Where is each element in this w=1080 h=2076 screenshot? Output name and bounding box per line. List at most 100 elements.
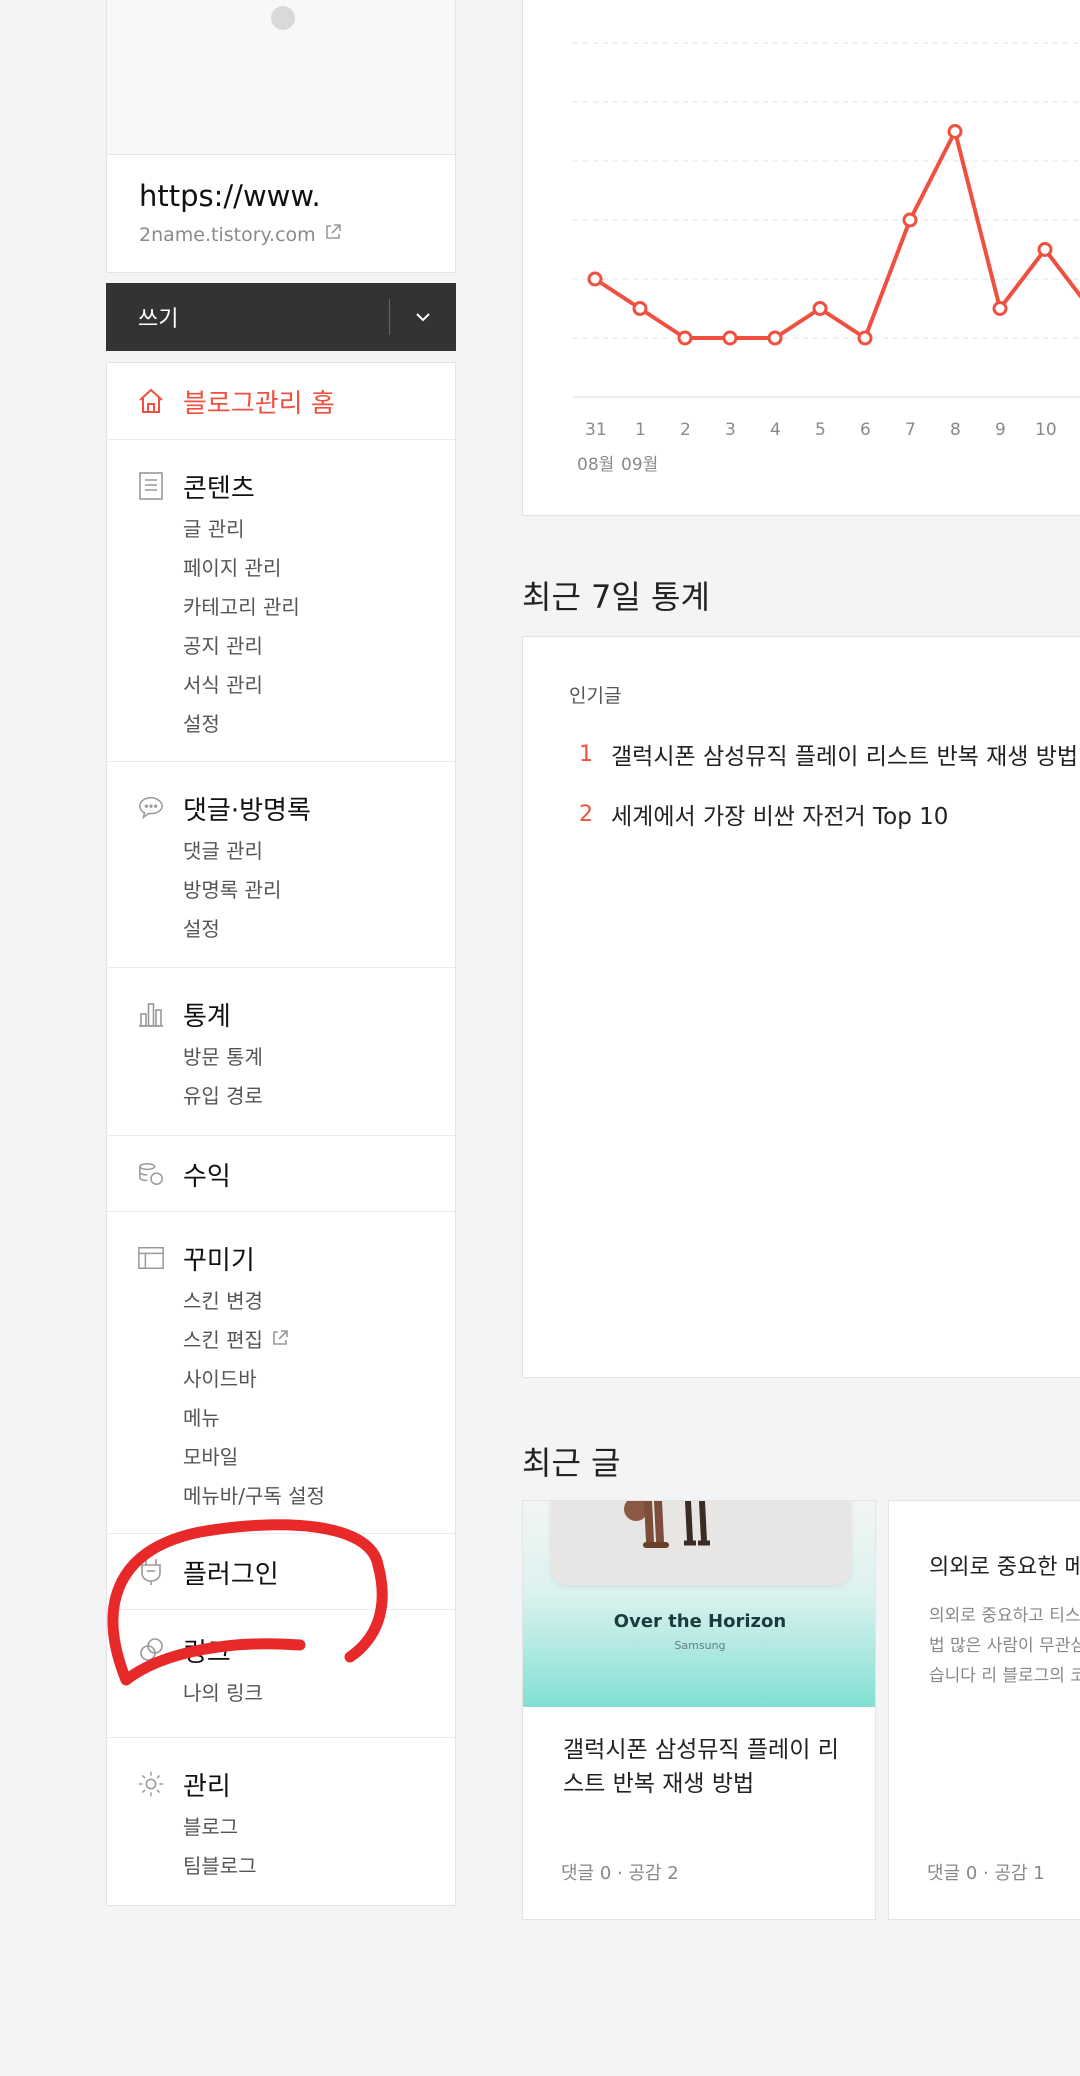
popular-post-rank: 1 <box>579 741 593 767</box>
chart-point-31[interactable] <box>587 271 603 287</box>
sidebar-item-skin-change[interactable]: 스킨 변경 <box>183 1282 455 1321</box>
recent-7day-stats-card: 인기글 1 갤럭시폰 삼성뮤직 플레이 리스트 반복 재생 방법 2 세계에서 … <box>522 636 1080 1378</box>
sidebar-section-title: 플러그인 <box>183 1559 279 1590</box>
sidebar-section-design-head[interactable]: 꾸미기 <box>137 1234 455 1282</box>
thumbnail-figures-illustration <box>624 1501 710 1548</box>
sidebar-section-stats: 통계 방문 통계 유입 경로 <box>107 968 455 1136</box>
sidebar-section-comments: 댓글·방명록 댓글 관리 방명록 관리 설정 <box>107 762 455 968</box>
blog-url-line1: https://www. <box>139 179 321 213</box>
sidebar-section-comments-head[interactable]: 댓글·방명록 <box>137 784 455 832</box>
recent-post-meta: 댓글 0 · 공감 1 <box>927 1863 1045 1884</box>
blog-url-link[interactable]: 2name.tistory.com <box>139 223 423 246</box>
chart-point-1[interactable] <box>632 301 648 316</box>
sidebar-item-team-blog[interactable]: 팀블로그 <box>183 1847 455 1886</box>
sidebar-item-page-manage[interactable]: 페이지 관리 <box>183 549 455 588</box>
chart-x-tick: 5 <box>815 420 826 440</box>
sidebar-section-revenue[interactable]: 수익 <box>107 1136 455 1212</box>
popular-post-rank: 2 <box>579 801 593 827</box>
write-dropdown-toggle[interactable] <box>390 312 456 322</box>
sidebar-item-category-manage[interactable]: 카테고리 관리 <box>183 588 455 627</box>
sidebar-item-skin-edit[interactable]: 스킨 편집 <box>183 1321 455 1360</box>
chart-x-tick: 1 <box>635 420 646 440</box>
chart-point-5[interactable] <box>812 301 828 316</box>
sidebar-item-my-link[interactable]: 나의 링크 <box>183 1674 455 1713</box>
sidebar-item-post-manage[interactable]: 글 관리 <box>183 510 455 549</box>
chart-x-tick: 4 <box>770 420 781 440</box>
recent-7day-stats-title: 최근 7일 통계 <box>522 578 710 616</box>
sidebar-item-comment-manage[interactable]: 댓글 관리 <box>183 832 455 871</box>
sidebar-item-visit-stats[interactable]: 방문 통계 <box>183 1038 455 1077</box>
sidebar-item-menubar-subscribe[interactable]: 메뉴바/구독 설정 <box>183 1477 455 1516</box>
chart-point-3[interactable] <box>722 330 738 346</box>
sidebar-item-contents-settings[interactable]: 설정 <box>183 705 455 744</box>
thumbnail-title-text: Over the Horizon <box>613 1611 787 1632</box>
chart-point-8[interactable] <box>947 124 963 139</box>
chart-x-tick: 7 <box>905 420 916 440</box>
sidebar-section-admin-head[interactable]: 관리 <box>137 1760 455 1808</box>
month-label-sep: 09월 <box>621 455 659 475</box>
speech-bubble-icon <box>137 794 165 822</box>
sidebar-item-mobile[interactable]: 모바일 <box>183 1438 455 1477</box>
sidebar-item-menu[interactable]: 메뉴 <box>183 1399 455 1438</box>
home-icon <box>137 387 165 415</box>
recent-post-title: 의외로 중요한 메 <box>929 1555 1080 1580</box>
sidebar-section-stats-head[interactable]: 통계 <box>137 990 455 1038</box>
sidebar-section-title: 콘텐츠 <box>183 473 255 504</box>
chart-x-tick: 31 <box>585 420 607 440</box>
bar-chart-icon <box>137 1000 165 1028</box>
month-label-aug: 08월 <box>577 455 615 475</box>
recent-post-meta: 댓글 0 · 공감 2 <box>561 1863 679 1884</box>
sidebar-section-title: 꾸미기 <box>183 1245 255 1276</box>
sidebar-section-contents: 콘텐츠 글 관리 페이지 관리 카테고리 관리 공지 관리 서식 관리 설정 <box>107 440 455 762</box>
sidebar-item-comments-settings[interactable]: 설정 <box>183 910 455 949</box>
chart-x-tick: 2 <box>680 420 691 440</box>
sidebar-section-admin: 관리 블로그 팀블로그 <box>107 1738 455 1906</box>
sidebar-section-link: 링크 나의 링크 <box>107 1610 455 1738</box>
thumbnail-sub-text: Samsung <box>674 1639 726 1652</box>
chart-point-4[interactable] <box>767 330 783 346</box>
popular-post-item[interactable]: 1 갤럭시폰 삼성뮤직 플레이 리스트 반복 재생 방법 <box>579 737 1078 771</box>
sidebar-item-blog[interactable]: 블로그 <box>183 1808 455 1847</box>
chart-point-10[interactable] <box>1037 242 1053 257</box>
sidebar-item-sidebar[interactable]: 사이드바 <box>183 1360 455 1399</box>
chart-point-9[interactable] <box>992 301 1008 316</box>
external-link-icon <box>324 223 342 246</box>
sidebar-section-title: 링크 <box>183 1637 231 1668</box>
write-button[interactable]: 쓰기 <box>106 283 456 351</box>
sidebar-item-skin-edit-label: 스킨 편집 <box>183 1328 263 1352</box>
coins-icon <box>137 1160 165 1188</box>
sidebar-section-plugin[interactable]: 플러그인 <box>107 1534 455 1610</box>
visitor-line-chart <box>573 42 1080 398</box>
sidebar-home-label: 블로그관리 홈 <box>183 388 335 419</box>
sidebar-item-referrer[interactable]: 유입 경로 <box>183 1077 455 1116</box>
chart-point-2[interactable] <box>677 330 693 346</box>
chart-point-6[interactable] <box>857 330 873 346</box>
popular-post-title: 갤럭시폰 삼성뮤직 플레이 리스트 반복 재생 방법 <box>611 744 1079 770</box>
recent-post-excerpt: 의외로 중요하고 티스 라면 한번쯤 봤을 법 많은 사람이 무관심한 대해 알… <box>929 1606 1080 1686</box>
chart-x-tick: 10 <box>1035 420 1057 440</box>
sidebar-section-link-head[interactable]: 링크 <box>137 1626 455 1674</box>
sidebar-section-design: 꾸미기 스킨 변경 스킨 편집 사이드바 메뉴 모바일 메뉴바/구독 설정 <box>107 1212 455 1534</box>
recent-posts-title: 최근 글 <box>522 1444 621 1482</box>
chevron-down-icon <box>416 313 430 322</box>
recent-post-card[interactable]: Over the Horizon Samsung 갤럭시폰 삼성뮤직 플레이 리… <box>522 1500 876 1920</box>
sidebar-item-template-manage[interactable]: 서식 관리 <box>183 666 455 705</box>
sidebar-section-title: 댓글·방명록 <box>183 795 311 826</box>
sidebar-item-guestbook-manage[interactable]: 방명록 관리 <box>183 871 455 910</box>
sidebar-item-home[interactable]: 블로그관리 홈 <box>107 363 455 440</box>
blog-url-box[interactable]: https://www. 2name.tistory.com <box>106 155 456 273</box>
layout-icon <box>137 1244 165 1272</box>
chart-point-7[interactable] <box>902 212 918 228</box>
blog-url-line2: 2name.tistory.com <box>139 223 316 246</box>
recent-post-card[interactable]: 의외로 중요한 메 의외로 중요하고 티스 라면 한번쯤 봤을 법 많은 사람이… <box>888 1500 1080 1920</box>
link-icon <box>137 1636 165 1664</box>
popular-post-item[interactable]: 2 세계에서 가장 비싼 자전거 Top 10 <box>579 797 948 831</box>
write-button-label: 쓰기 <box>138 307 179 332</box>
blog-profile-area <box>106 0 456 155</box>
sidebar-item-notice-manage[interactable]: 공지 관리 <box>183 627 455 666</box>
chart-x-tick: 6 <box>860 420 871 440</box>
document-icon <box>137 472 165 500</box>
sidebar-section-contents-head[interactable]: 콘텐츠 <box>137 462 455 510</box>
chart-x-tick: 9 <box>995 420 1006 440</box>
sidebar-menu: 블로그관리 홈 콘텐츠 글 관리 페이지 관리 카테고리 관리 공지 관리 서식… <box>106 362 456 1906</box>
